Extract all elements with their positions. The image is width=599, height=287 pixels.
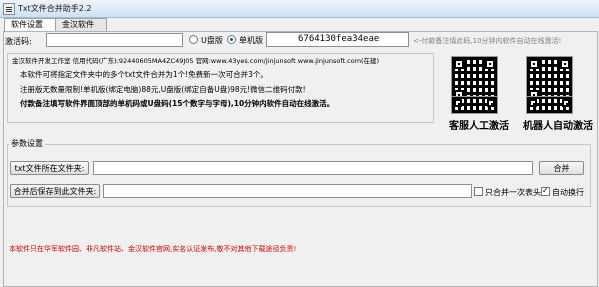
tab-jinhan[interactable]: 金汉软件 bbox=[55, 18, 107, 31]
merge-button[interactable]: 合并 bbox=[539, 161, 584, 175]
title-bar: Txt文件合并助手2.2 bbox=[0, 0, 599, 18]
info-pricing: 注册版无数量限制!单机版(绑定电脑)88元,U盘版(绑定自备U盘)98元!微信二… bbox=[20, 85, 306, 94]
info-description: 本软件可将指定文件夹中的多个txt文件合并为1个!免费新一次可合并3个。 bbox=[20, 70, 268, 79]
radio-single-label: 单机版 bbox=[239, 36, 263, 45]
qr-code-robot bbox=[526, 96, 573, 114]
window-title: Txt文件合并助手2.2 bbox=[18, 4, 92, 13]
machine-code-field[interactable]: 6764130fea34eae bbox=[266, 32, 409, 47]
activation-hint: <-付款备注填此码,10分钟内软件自动在线激活! bbox=[413, 37, 562, 45]
app-icon bbox=[3, 3, 15, 15]
radio-udisk-label: U盘版 bbox=[201, 36, 223, 45]
auto-wrap-checkbox[interactable] bbox=[541, 186, 550, 196]
developer-info: 金汉软件开发工作室 信用代码(广东):92440605MA4ZC49J05 官网… bbox=[12, 57, 380, 65]
radio-udisk[interactable] bbox=[189, 35, 198, 44]
params-group-label: 参数设置 bbox=[9, 138, 45, 149]
qr-label-service: 客服人工激活 bbox=[449, 121, 509, 132]
header-once-label: 只合并一次表头 bbox=[485, 188, 541, 197]
info-payment-note: 付款备注填写软件界面顶部的单机码或U盘码(15个数字与字母),10分钟内软件自动… bbox=[20, 99, 335, 108]
activation-label: 激活码: bbox=[5, 37, 32, 46]
qr-code-service bbox=[451, 96, 498, 114]
footer-notice: 本软件只在华军软件园、非凡软件站、金汉软件官网,实名认证发布,敬不对其他下载途径… bbox=[9, 245, 297, 253]
save-folder-input[interactable] bbox=[103, 184, 472, 198]
radio-single[interactable] bbox=[227, 35, 236, 44]
source-folder-button[interactable]: txt文件所在文件夹: bbox=[10, 161, 89, 175]
source-folder-input[interactable] bbox=[93, 161, 533, 175]
tab-settings[interactable]: 软件设置 bbox=[4, 18, 56, 32]
save-folder-button[interactable]: 合并后保存到此文件夹: bbox=[10, 184, 100, 198]
qr-label-robot: 机器人自动激活 bbox=[523, 121, 593, 132]
activation-code-input[interactable] bbox=[46, 33, 183, 47]
header-once-checkbox[interactable] bbox=[474, 187, 483, 196]
auto-wrap-label: 自动换行 bbox=[552, 188, 584, 197]
